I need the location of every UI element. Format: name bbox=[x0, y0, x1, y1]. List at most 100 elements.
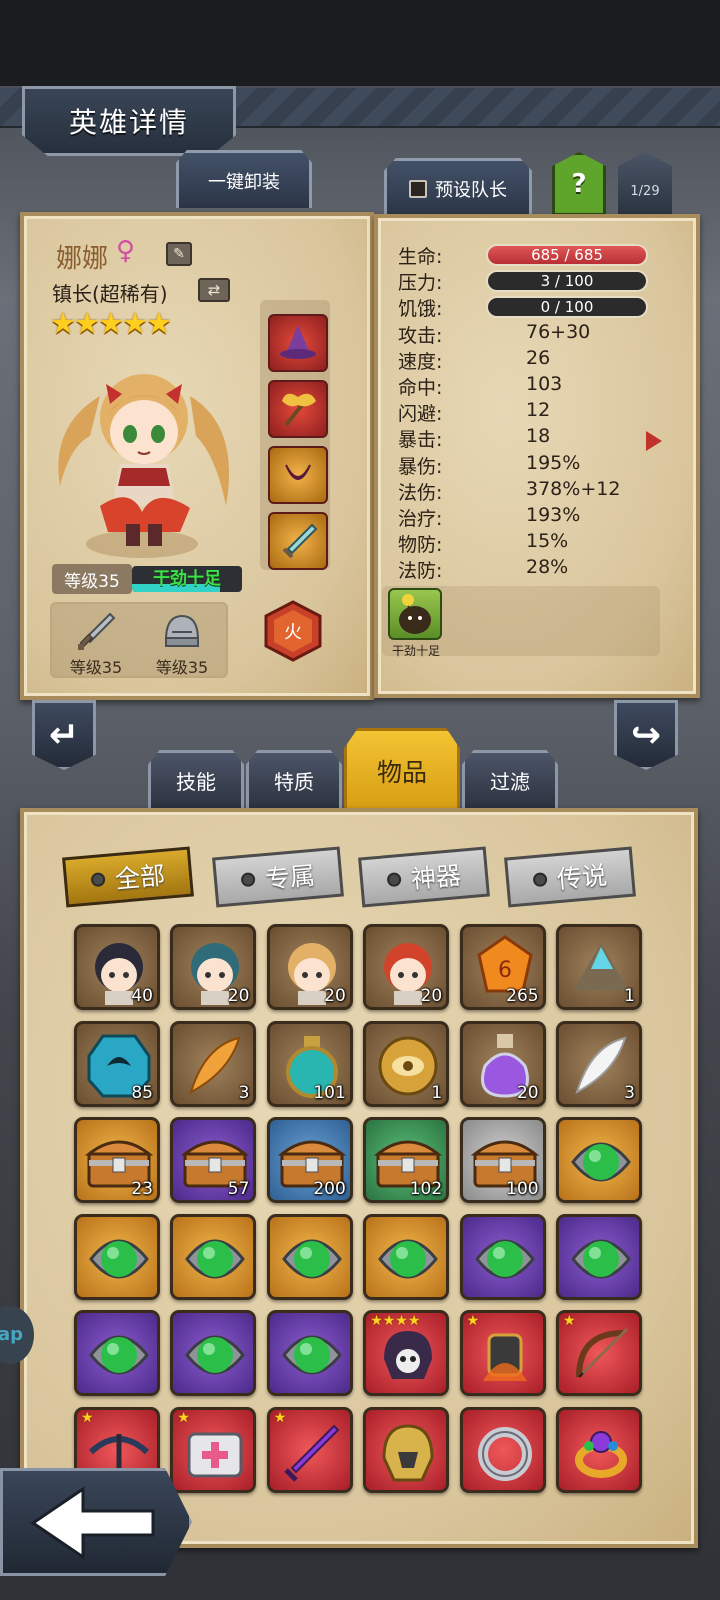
inventory-item[interactable] bbox=[74, 1310, 160, 1397]
stats-panel: 生命: 685 / 685 压力: 3 / 100 饥饿: 0 / 100 攻击: 76+30… bbox=[374, 214, 700, 698]
inventory-item[interactable] bbox=[459, 1213, 546, 1300]
inventory-item[interactable]: ★★★★ bbox=[363, 1310, 450, 1397]
inventory-item[interactable]: 20 bbox=[170, 924, 257, 1010]
preset-leader-checkbox[interactable] bbox=[409, 179, 427, 198]
green-orb-icon bbox=[571, 1239, 631, 1279]
inventory-item[interactable] bbox=[556, 1407, 642, 1493]
inventory-item[interactable]: ★ bbox=[170, 1407, 257, 1493]
tab-1[interactable]: 特质 bbox=[246, 750, 342, 808]
stat-label: 法防: bbox=[398, 560, 443, 583]
inventory-item[interactable]: 20 bbox=[459, 1020, 546, 1107]
item-count: 265 bbox=[506, 986, 539, 1006]
green-orb-icon bbox=[185, 1336, 246, 1375]
back-button[interactable] bbox=[0, 1468, 192, 1576]
base-gear-box: 等级35 等级35 bbox=[50, 602, 228, 678]
weapon-level: 等级35 bbox=[69, 658, 123, 677]
inventory-item[interactable]: 200 bbox=[266, 1117, 353, 1204]
inventory-item[interactable]: 85 bbox=[74, 1020, 160, 1107]
golden-helmet-icon bbox=[382, 1424, 434, 1482]
inventory-item[interactable]: 1 bbox=[363, 1020, 450, 1107]
tab-2[interactable]: 物品 bbox=[344, 728, 460, 810]
stat-row: 压力: 3 / 100 bbox=[398, 268, 650, 294]
equip-slot-claw[interactable] bbox=[268, 446, 328, 504]
stat-label: 物防: bbox=[398, 534, 443, 557]
inventory-item[interactable]: 100 bbox=[459, 1117, 546, 1204]
inventory-item[interactable] bbox=[266, 1213, 353, 1300]
inventory-item[interactable]: 1 bbox=[556, 924, 642, 1010]
trait-icon[interactable] bbox=[388, 588, 442, 640]
edit-name-icon[interactable]: ✎ bbox=[166, 242, 192, 266]
help-button[interactable]: ? bbox=[552, 152, 606, 216]
inventory-item[interactable] bbox=[74, 1213, 160, 1300]
inventory-panel: 全部 专属 神器 传说 40 20 20 20 6 265 1 85 3 101 1 20 3 23 57 200 1… bbox=[20, 808, 698, 1548]
stat-label: 治疗: bbox=[398, 508, 443, 530]
stat-row: 法伤: 378%+12 bbox=[394, 477, 662, 504]
inventory-item[interactable]: 3 bbox=[170, 1020, 257, 1107]
stat-value: 193% bbox=[526, 504, 581, 526]
filter-button[interactable]: 专属 bbox=[212, 846, 344, 908]
item-count: 3 bbox=[238, 1082, 250, 1103]
tab-3[interactable]: 过滤 bbox=[462, 750, 558, 808]
inventory-item[interactable] bbox=[459, 1407, 546, 1493]
inventory-item[interactable]: 6 265 bbox=[459, 924, 546, 1010]
inventory-item[interactable] bbox=[363, 1213, 450, 1300]
inventory-item[interactable] bbox=[363, 1407, 450, 1493]
unequip-all-button[interactable]: 一键卸装 bbox=[176, 150, 312, 208]
svg-text:6: 6 bbox=[498, 958, 512, 983]
inventory-item[interactable] bbox=[170, 1310, 257, 1397]
tab-label: 物品 bbox=[376, 757, 427, 787]
stat-label: 速度: bbox=[398, 350, 443, 373]
inventory-item[interactable] bbox=[556, 1117, 642, 1204]
inventory-item[interactable] bbox=[170, 1213, 257, 1300]
filter-dot-icon bbox=[386, 872, 402, 888]
inventory-item[interactable]: ★ bbox=[556, 1310, 642, 1397]
trait-label: 干劲十足 bbox=[391, 644, 440, 658]
prev-hero-button[interactable]: ↵ bbox=[32, 700, 96, 770]
return-right-icon: ↪ bbox=[630, 714, 662, 756]
armor-level: 等级35 bbox=[155, 658, 209, 677]
inventory-item[interactable]: 40 bbox=[74, 924, 160, 1010]
equip-slot-sword[interactable] bbox=[268, 512, 328, 570]
green-orb-icon bbox=[185, 1239, 246, 1279]
stat-value: 195% bbox=[526, 451, 581, 474]
swap-class-icon[interactable]: ⇄ bbox=[198, 278, 230, 302]
inventory-item[interactable]: 57 bbox=[170, 1117, 257, 1204]
next-hero-button[interactable]: ↪ bbox=[614, 700, 678, 770]
weapon-slot[interactable]: 等级35 bbox=[58, 608, 134, 677]
element-label: 火 bbox=[284, 622, 302, 643]
equipment-column bbox=[260, 300, 330, 570]
hero-panel: 娜娜 ♀ ✎ 镇长(超稀有) ⇄ ★★★★★ 等级35 干劲十足 等级35 等级… bbox=[20, 212, 374, 700]
item-count: 3 bbox=[624, 1082, 635, 1103]
smiling-blob-icon bbox=[399, 594, 431, 634]
stat-value: 103 bbox=[526, 373, 563, 395]
equip-slot-axe[interactable] bbox=[268, 380, 328, 438]
armor-slot[interactable]: 等级35 bbox=[144, 608, 220, 677]
inventory-item[interactable]: ★ bbox=[266, 1407, 353, 1493]
filter-dot-icon bbox=[532, 872, 548, 888]
filter-button[interactable]: 全部 bbox=[62, 846, 194, 908]
inventory-item[interactable]: 101 bbox=[266, 1020, 353, 1107]
tab-0[interactable]: 技能 bbox=[148, 750, 244, 808]
inventory-item[interactable] bbox=[556, 1213, 642, 1300]
inventory-item[interactable]: 23 bbox=[74, 1117, 160, 1204]
filter-label: 神器 bbox=[409, 860, 463, 895]
fire-element-badge: 火 bbox=[264, 600, 322, 662]
inventory-item[interactable]: 102 bbox=[363, 1117, 450, 1204]
filter-button[interactable]: 神器 bbox=[358, 846, 490, 908]
item-count: 102 bbox=[409, 1179, 443, 1200]
crystal-sword-icon bbox=[282, 523, 318, 559]
expand-stats-arrow-icon[interactable] bbox=[646, 431, 662, 451]
tab-label: 技能 bbox=[176, 770, 216, 794]
item-stars: ★ bbox=[273, 1410, 287, 1426]
item-count: 20 bbox=[516, 1082, 539, 1103]
inventory-item[interactable]: 20 bbox=[363, 924, 450, 1010]
inventory-item[interactable]: 3 bbox=[556, 1020, 642, 1107]
filter-label: 传说 bbox=[555, 860, 609, 895]
inventory-item[interactable]: 20 bbox=[266, 924, 353, 1010]
item-stars: ★ bbox=[177, 1410, 190, 1426]
inventory-item[interactable]: ★ bbox=[459, 1310, 546, 1397]
filter-button[interactable]: 传说 bbox=[504, 846, 636, 908]
preset-leader-toggle[interactable]: 预设队长 bbox=[384, 158, 532, 216]
equip-slot-hat[interactable] bbox=[268, 314, 328, 372]
inventory-item[interactable] bbox=[266, 1310, 353, 1397]
